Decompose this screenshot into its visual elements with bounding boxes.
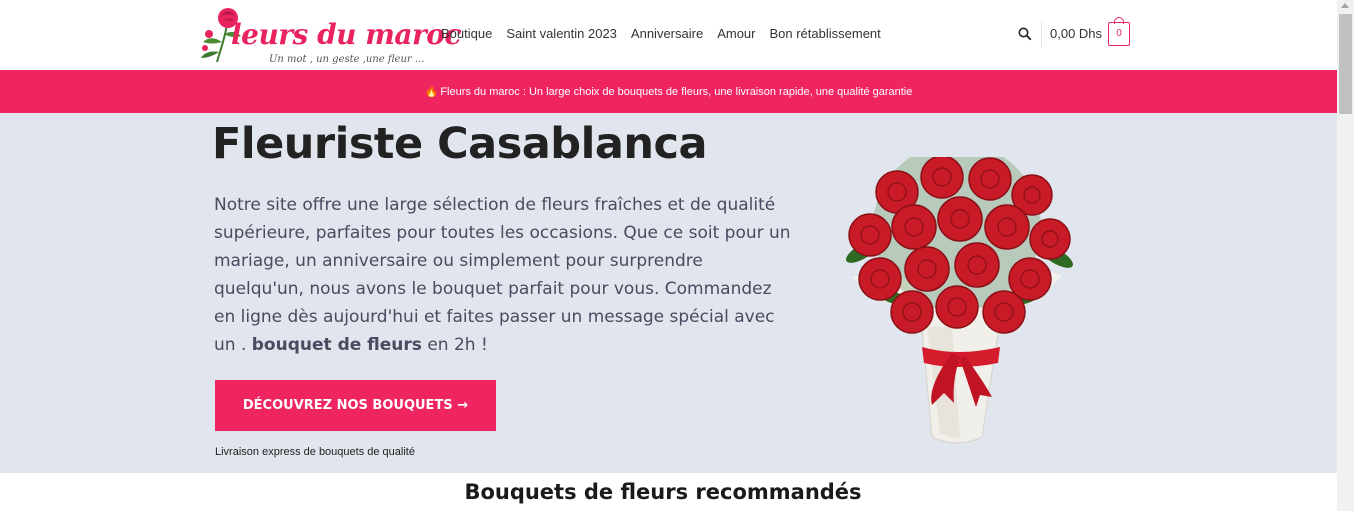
cart-total[interactable]: 0,00 Dhs bbox=[1050, 26, 1102, 41]
scroll-thumb[interactable] bbox=[1339, 14, 1352, 114]
logo-tagline: Un mot , un geste ,une fleur ... bbox=[269, 54, 425, 65]
flame-icon: 🔥 bbox=[424, 86, 439, 98]
cart-count: 0 bbox=[1116, 28, 1122, 39]
logo-wordmark: leurs du maroc bbox=[231, 18, 462, 51]
nav-amour[interactable]: Amour bbox=[717, 26, 755, 41]
recommended-bouquets-heading: Bouquets de fleurs recommandés bbox=[464, 480, 862, 504]
hero-desc-end: en 2h ! bbox=[421, 335, 488, 355]
main-nav: Boutique Saint valentin 2023 Anniversair… bbox=[441, 26, 895, 41]
scroll-up-arrow-icon[interactable] bbox=[1341, 3, 1349, 8]
hero-desc-link[interactable]: bouquet de fleurs bbox=[252, 335, 422, 355]
nav-boutique[interactable]: Boutique bbox=[441, 26, 492, 41]
promo-text: Fleurs du maroc : Un large choix de bouq… bbox=[440, 85, 913, 98]
page-scrollbar[interactable] bbox=[1337, 0, 1354, 511]
nav-saint-valentin[interactable]: Saint valentin 2023 bbox=[506, 26, 617, 41]
discover-bouquets-button[interactable]: DÉCOUVREZ NOS BOUQUETS → bbox=[215, 380, 496, 431]
search-icon[interactable] bbox=[1018, 27, 1032, 41]
rose-bouquet-image bbox=[846, 157, 1073, 444]
delivery-note: Livraison express de bouquets de qualité bbox=[215, 446, 415, 458]
hero-description: Notre site offre une large sélection de … bbox=[214, 191, 794, 359]
site-logo[interactable]: leurs du maroc Un mot , un geste ,une fl… bbox=[195, 4, 462, 70]
hero-section: Fleuriste Casablanca Notre site offre un… bbox=[0, 113, 1337, 473]
hero-title: Fleuriste Casablanca bbox=[212, 119, 707, 169]
site-header: leurs du maroc Un mot , un geste ,une fl… bbox=[0, 0, 1337, 70]
nav-bon-retablissement[interactable]: Bon rétablissement bbox=[769, 26, 880, 41]
nav-anniversaire[interactable]: Anniversaire bbox=[631, 26, 703, 41]
hero-desc-main: Notre site offre une large sélection de … bbox=[214, 195, 791, 355]
promo-banner: 🔥 Fleurs du maroc : Un large choix de bo… bbox=[0, 70, 1337, 113]
header-divider bbox=[1041, 22, 1042, 48]
cart-bag-icon[interactable]: 0 bbox=[1108, 17, 1130, 46]
